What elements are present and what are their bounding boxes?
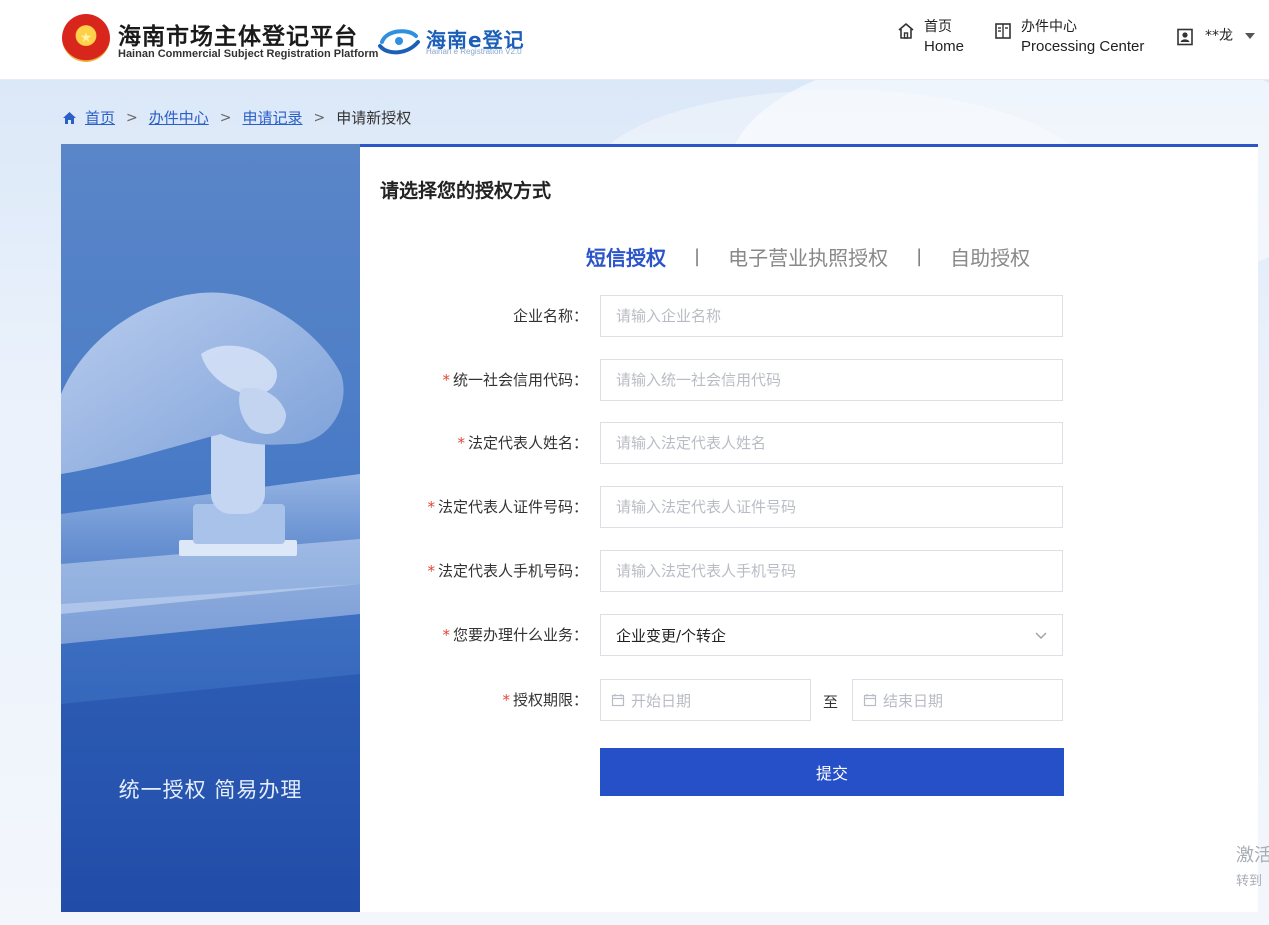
user-menu[interactable]: **龙: [1176, 24, 1255, 46]
nav-home[interactable]: 首页 Home: [897, 18, 964, 56]
required-mark: *: [427, 562, 435, 580]
caret-down-icon: [1245, 33, 1255, 39]
submit-button[interactable]: 提交: [600, 748, 1064, 796]
tab-sms-authorization[interactable]: 短信授权: [586, 242, 666, 271]
user-card-icon: [1177, 28, 1193, 46]
company-name-input[interactable]: [600, 295, 1063, 337]
breadcrumb-application-records[interactable]: 申请记录: [243, 107, 303, 128]
banner-slogan: 统一授权 简易办理: [118, 778, 303, 802]
start-date-placeholder: 开始日期: [631, 691, 692, 710]
tab-self-service-authorization[interactable]: 自助授权: [950, 242, 1030, 271]
activation-watermark: 激活 转到: [1236, 845, 1269, 891]
e-registration-logo-icon: [378, 29, 420, 55]
breadcrumb-processing-center[interactable]: 办件中心: [149, 107, 209, 128]
row-authorization-period: * 授权期限： 开始日期 至 结束日期: [360, 679, 1258, 721]
label-business-type: * 您要办理什么业务：: [442, 626, 588, 644]
date-range-separator: 至: [823, 693, 839, 711]
nav-home-label-cn: 首页: [924, 19, 952, 35]
required-mark: *: [502, 691, 510, 709]
row-business-type: * 您要办理什么业务： 企业变更/个转企: [360, 614, 1258, 656]
national-emblem-icon: ★: [62, 14, 110, 62]
form-title: 请选择您的授权方式: [380, 180, 552, 202]
nav-processing-center[interactable]: 办件中心 Processing Center: [994, 18, 1144, 56]
required-mark: *: [442, 626, 450, 644]
chevron-right-icon: >: [313, 109, 326, 126]
watermark-line-2: 转到: [1236, 874, 1263, 889]
watermark-line-1: 激活: [1236, 845, 1269, 866]
label-credit-code: * 统一社会信用代码：: [442, 371, 588, 389]
authorization-tabs: 短信授权 | 电子营业执照授权 | 自助授权: [586, 242, 1030, 271]
site-title: 海南市场主体登记平台: [118, 24, 358, 50]
row-company-name: 企业名称：: [360, 295, 1258, 337]
label-rep-name: * 法定代表人姓名：: [457, 434, 588, 452]
end-date-placeholder: 结束日期: [883, 691, 944, 710]
home-icon: [898, 23, 914, 39]
breadcrumb-home[interactable]: 首页: [85, 107, 115, 128]
row-rep-name: * 法定代表人姓名：: [360, 422, 1258, 464]
nav-center-label-cn: 办件中心: [1021, 19, 1077, 35]
credit-code-input[interactable]: [600, 359, 1063, 401]
nav-center-label-en: Processing Center: [1021, 38, 1145, 55]
rep-phone-input[interactable]: [600, 550, 1063, 592]
tab-e-license-authorization[interactable]: 电子营业执照授权: [728, 242, 888, 271]
breadcrumb-current: 申请新授权: [336, 109, 412, 127]
required-mark: *: [427, 498, 435, 516]
business-type-select[interactable]: 企业变更/个转企: [600, 614, 1063, 656]
end-date-picker[interactable]: 结束日期: [852, 679, 1063, 721]
business-type-value: 企业变更/个转企: [616, 626, 727, 645]
authorization-form-card: 请选择您的授权方式 短信授权 | 电子营业执照授权 | 自助授权 企业名称： *…: [360, 144, 1258, 912]
calendar-icon: [611, 694, 625, 707]
row-credit-code: * 统一社会信用代码：: [360, 359, 1258, 401]
e-registration-logo-sub: Hainan e Registration V2.0: [426, 47, 522, 56]
side-banner: 统一授权 简易办理: [61, 144, 360, 912]
label-company-name: 企业名称：: [512, 307, 588, 325]
home-icon: [63, 111, 76, 124]
user-name: **龙: [1205, 28, 1233, 44]
chevron-down-icon: [1035, 632, 1047, 639]
label-rep-id: * 法定代表人证件号码：: [427, 498, 588, 516]
row-rep-id: * 法定代表人证件号码：: [360, 486, 1258, 528]
tab-divider: |: [916, 246, 923, 267]
required-mark: *: [457, 434, 465, 452]
required-mark: *: [442, 371, 450, 389]
nav-home-label-en: Home: [924, 38, 965, 55]
label-authorization-period: * 授权期限：: [502, 691, 588, 709]
start-date-picker[interactable]: 开始日期: [600, 679, 811, 721]
site-subtitle: Hainan Commercial Subject Registration P…: [118, 48, 379, 60]
label-rep-phone: * 法定代表人手机号码：: [427, 562, 588, 580]
rep-name-input[interactable]: [600, 422, 1063, 464]
site-header: ★ 海南市场主体登记平台 Hainan Commercial Subject R…: [0, 0, 1269, 80]
breadcrumb: 首页 > 办件中心 > 申请记录 > 申请新授权: [62, 107, 411, 128]
rep-id-input[interactable]: [600, 486, 1063, 528]
calendar-icon: [863, 694, 877, 707]
tab-divider: |: [694, 246, 701, 267]
document-icon: [995, 23, 1011, 39]
page: ★ 海南市场主体登记平台 Hainan Commercial Subject R…: [0, 0, 1269, 925]
chevron-right-icon: >: [219, 109, 232, 126]
chevron-right-icon: >: [126, 109, 138, 126]
row-rep-phone: * 法定代表人手机号码：: [360, 550, 1258, 592]
